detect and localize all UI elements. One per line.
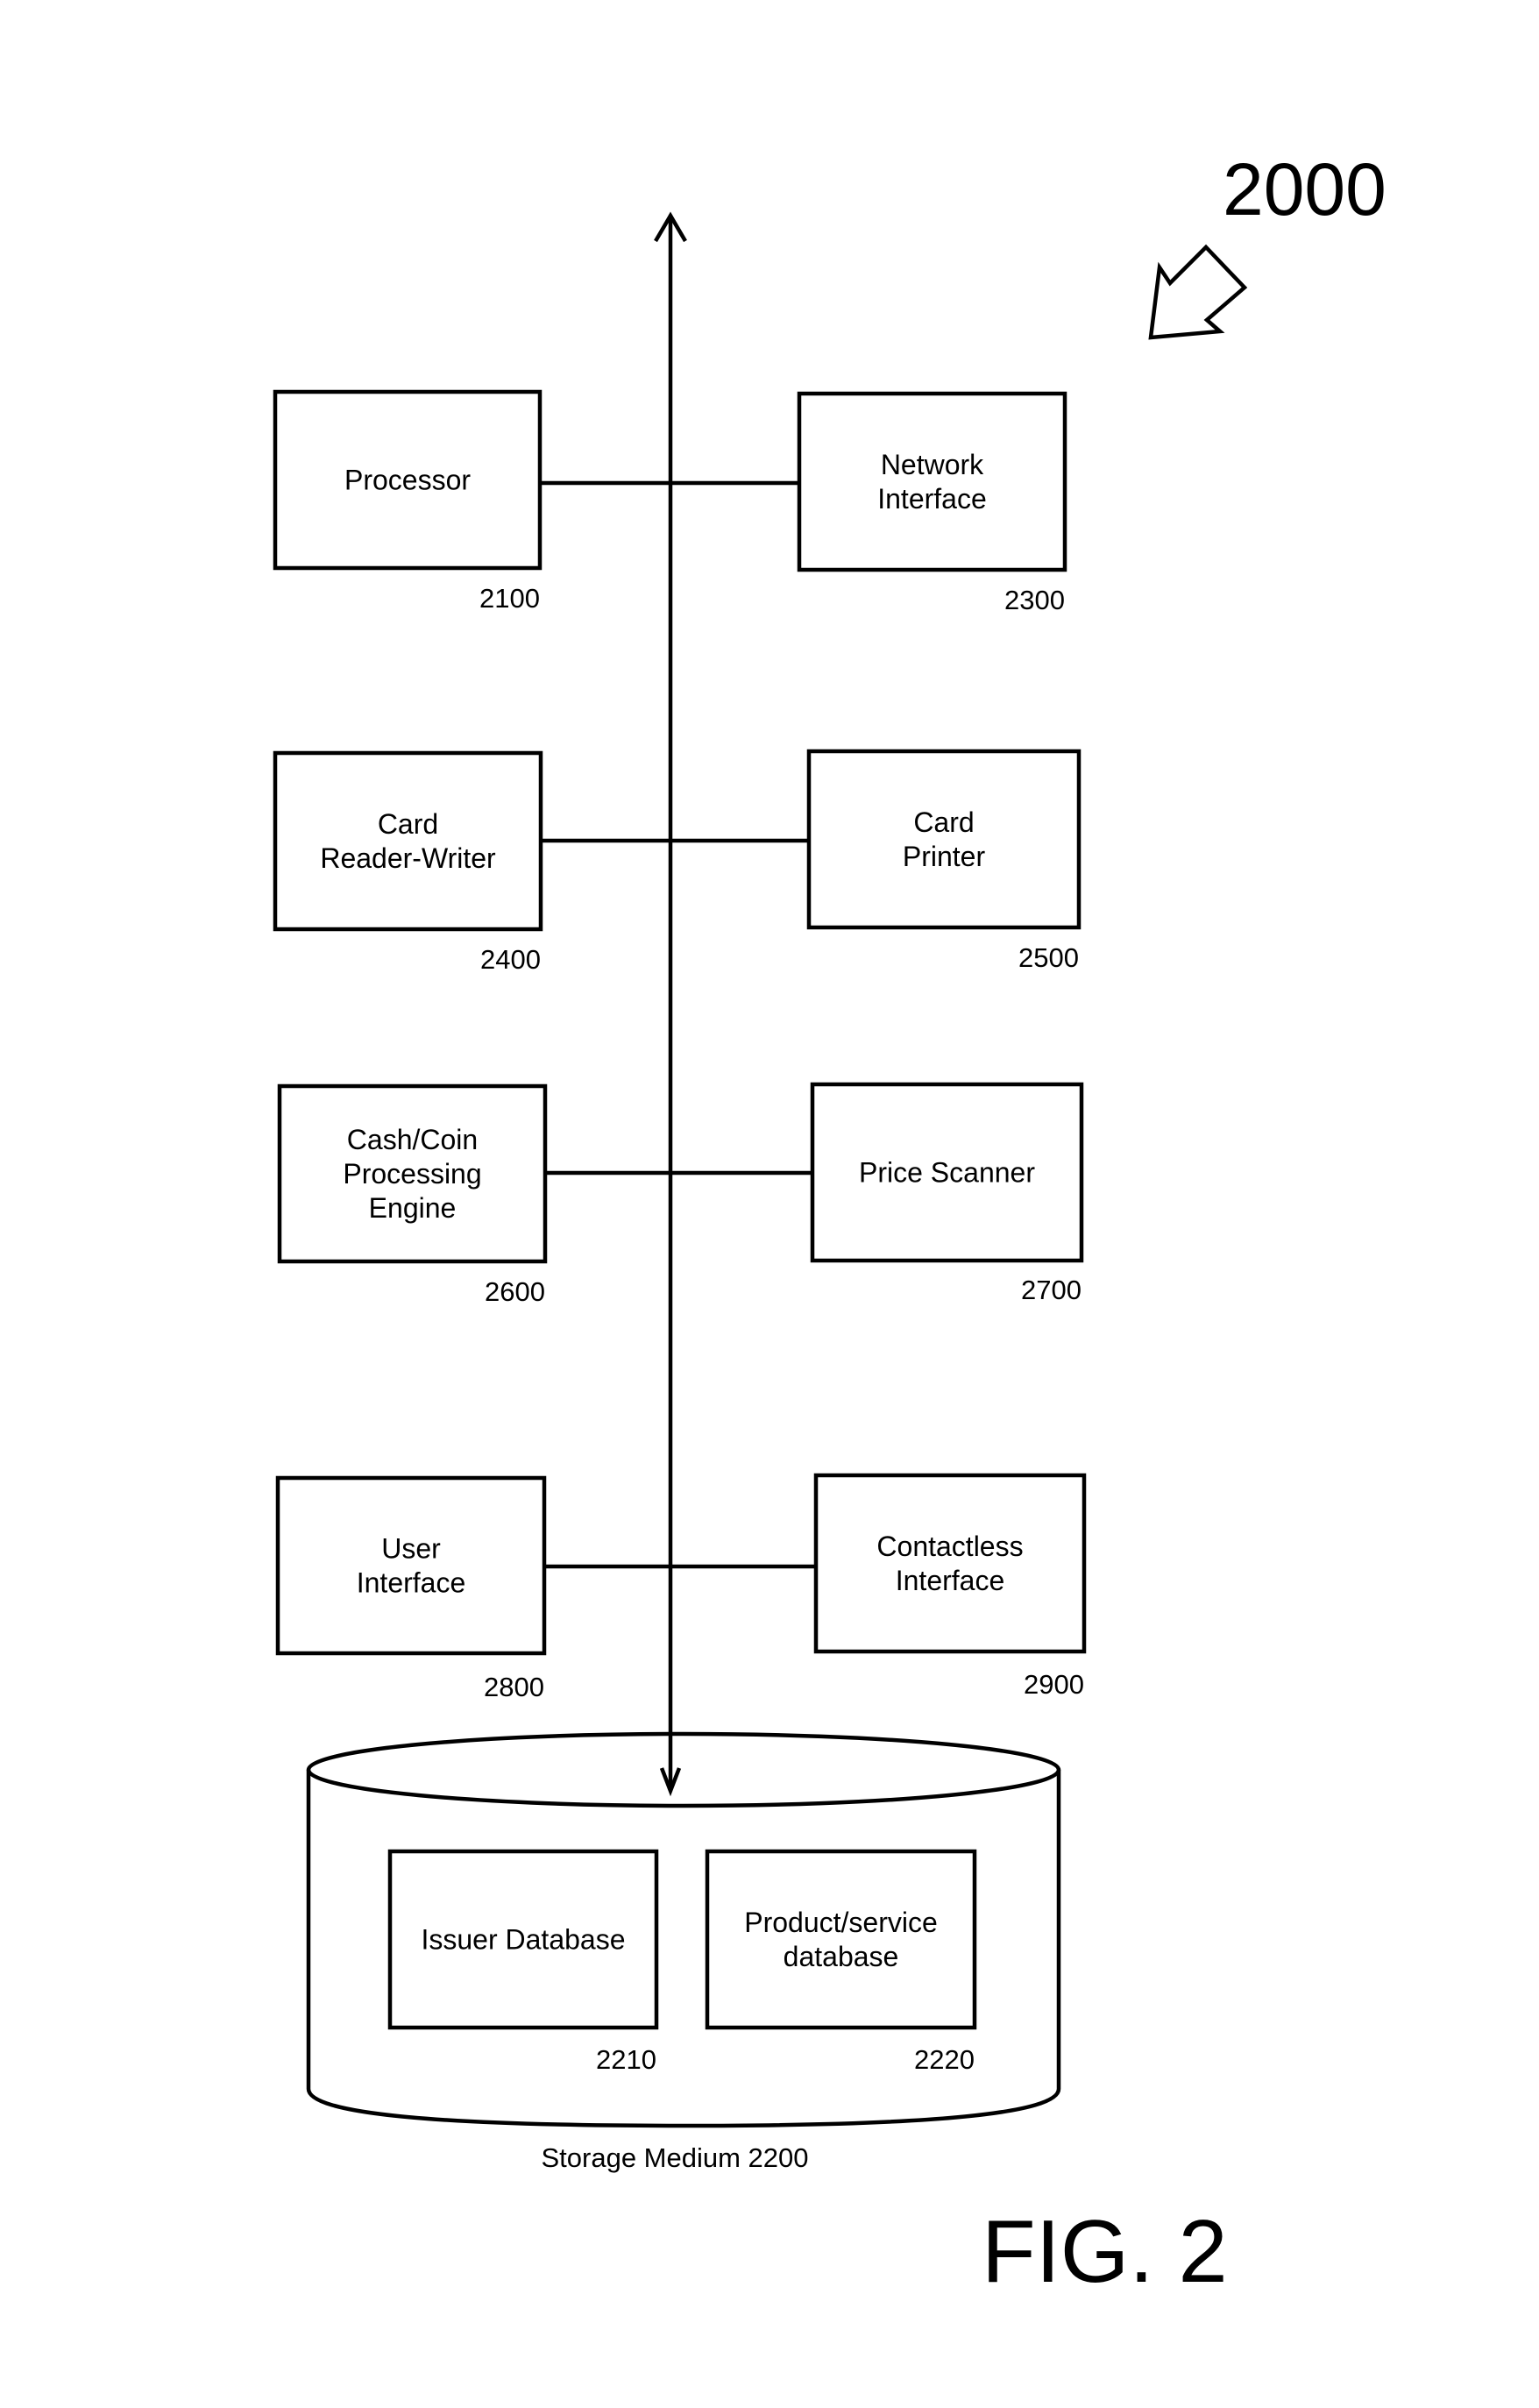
- network-interface-box: [797, 391, 1067, 572]
- processor-ref-number: 2100: [479, 583, 540, 614]
- card-reader-writer-box: [273, 750, 543, 932]
- product-service-database-box: [705, 1849, 977, 2030]
- price-scanner-label-line: Price Scanner: [859, 1157, 1035, 1189]
- network-interface-ref-number: 2300: [1004, 585, 1065, 615]
- card-printer-label-line: Printer: [903, 841, 986, 872]
- product-service-database-label-line: database: [784, 1941, 899, 1972]
- issuer-database-ref-number: 2210: [596, 2044, 656, 2075]
- price-scanner-block: Price Scanner 2700: [670, 1082, 1084, 1305]
- issuer-database-block: Issuer Database 2210: [387, 1849, 659, 2075]
- card-reader-writer-block: CardReader-Writer 2400: [273, 750, 670, 975]
- network-interface-label-line: Interface: [877, 483, 987, 515]
- card-printer-label-line: Card: [913, 806, 974, 838]
- components-group: Processor2100NetworkInterface2300CardRea…: [273, 389, 1087, 1702]
- product-service-database-block: Product/servicedatabase 2220: [705, 1849, 977, 2075]
- product-service-database-label-line: Product/service: [744, 1907, 938, 1938]
- figure-reference-number: 2000: [1223, 148, 1387, 231]
- card-printer-ref-number: 2500: [1018, 942, 1079, 973]
- cash-coin-engine-block: Cash/CoinProcessingEngine 2600: [277, 1083, 670, 1307]
- card-printer-block: CardPrinter 2500: [670, 749, 1082, 973]
- cash-coin-engine-ref-number: 2600: [485, 1276, 545, 1307]
- product-service-database-ref-number: 2220: [914, 2044, 975, 2075]
- processor-label-line: Processor: [344, 465, 471, 496]
- price-scanner-ref-number: 2700: [1021, 1275, 1082, 1305]
- card-printer-box: [806, 749, 1082, 930]
- contactless-interface-block: ContactlessInterface 2900: [670, 1473, 1087, 1700]
- user-interface-block: UserInterface 2800: [275, 1475, 670, 1702]
- storage-medium: Issuer Database 2210 Product/servicedataba…: [306, 1731, 1061, 2173]
- processor-block: Processor 2100: [273, 389, 670, 614]
- card-reader-writer-ref-number: 2400: [480, 944, 541, 975]
- contactless-interface-ref-number: 2900: [1024, 1669, 1084, 1700]
- contactless-interface-box: [813, 1473, 1087, 1654]
- cash-coin-engine-label-line: Cash/Coin: [347, 1124, 478, 1155]
- system-bus: [654, 211, 687, 1797]
- card-reader-writer-label-line: Card: [378, 808, 438, 840]
- storage-medium-label: Storage Medium 2200: [541, 2142, 808, 2173]
- cash-coin-engine-label-line: Processing: [343, 1158, 481, 1190]
- user-interface-label-line: User: [381, 1533, 441, 1565]
- network-interface-label-line: Network: [881, 449, 984, 480]
- network-interface-block: NetworkInterface 2300: [670, 391, 1067, 615]
- user-interface-box: [275, 1475, 547, 1656]
- issuer-database-label-line: Issuer Database: [421, 1924, 625, 1956]
- databases-group: Issuer Database 2210 Product/servicedataba…: [387, 1849, 977, 2075]
- reference-pointer-arrow-icon: [1148, 244, 1248, 340]
- block-diagram: 2000 Processor2100NetworkInterface2300Ca…: [273, 148, 1387, 2301]
- storage-cylinder-top: [306, 1731, 1061, 1808]
- user-interface-label-line: Interface: [357, 1567, 466, 1599]
- user-interface-ref-number: 2800: [484, 1672, 544, 1702]
- contactless-interface-label-line: Contactless: [876, 1531, 1023, 1562]
- contactless-interface-label-line: Interface: [896, 1565, 1005, 1596]
- cash-coin-engine-label-line: Engine: [369, 1192, 457, 1224]
- figure-caption: FIG. 2: [982, 2203, 1228, 2301]
- card-reader-writer-label-line: Reader-Writer: [320, 842, 496, 874]
